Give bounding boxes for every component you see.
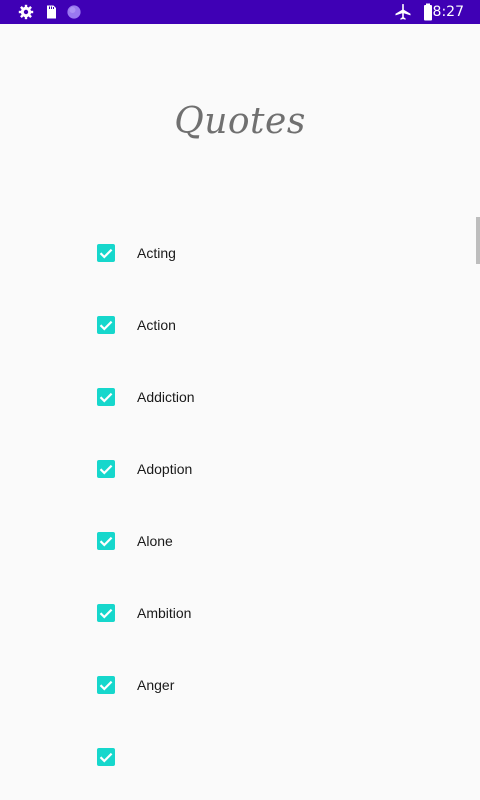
category-checkbox[interactable]: [97, 748, 115, 766]
sim-card-icon: [47, 5, 56, 19]
list-item[interactable]: Action: [0, 289, 480, 361]
gear-icon: [18, 4, 34, 20]
status-bar: 8:27: [0, 0, 480, 24]
check-icon: [99, 608, 113, 619]
list-item[interactable]: Addiction: [0, 361, 480, 433]
list-item[interactable]: Anger: [0, 649, 480, 721]
list-item[interactable]: Ambition: [0, 577, 480, 649]
scrollbar[interactable]: [476, 217, 480, 264]
page-title: Quotes: [174, 101, 306, 142]
list-item[interactable]: [0, 721, 480, 793]
category-label: Alone: [137, 533, 173, 549]
screen: Quotes Acting Action Addiction Adoption: [0, 24, 480, 800]
check-icon: [99, 464, 113, 475]
category-checkbox[interactable]: [97, 460, 115, 478]
check-icon: [99, 752, 113, 763]
category-checkbox[interactable]: [97, 316, 115, 334]
check-icon: [99, 392, 113, 403]
check-icon: [99, 248, 113, 259]
check-icon: [99, 320, 113, 331]
airplane-icon: [395, 4, 411, 20]
circle-icon: [67, 5, 81, 19]
category-checkbox[interactable]: [97, 532, 115, 550]
category-label: Ambition: [137, 605, 192, 621]
category-checkbox[interactable]: [97, 244, 115, 262]
category-checkbox[interactable]: [97, 604, 115, 622]
list-item[interactable]: Alone: [0, 505, 480, 577]
check-icon: [99, 680, 113, 691]
category-checkbox[interactable]: [97, 676, 115, 694]
category-label: Adoption: [137, 461, 193, 477]
status-time: 8:27: [432, 4, 464, 20]
category-label: Action: [137, 317, 176, 333]
category-checkbox[interactable]: [97, 388, 115, 406]
battery-icon: [424, 3, 432, 21]
category-list: Acting Action Addiction Adoption Alone A…: [0, 217, 480, 793]
list-item[interactable]: Adoption: [0, 433, 480, 505]
list-item[interactable]: Acting: [0, 217, 480, 289]
category-label: Acting: [137, 245, 176, 261]
category-label: Addiction: [137, 389, 195, 405]
category-label: Anger: [137, 677, 175, 693]
check-icon: [99, 536, 113, 547]
